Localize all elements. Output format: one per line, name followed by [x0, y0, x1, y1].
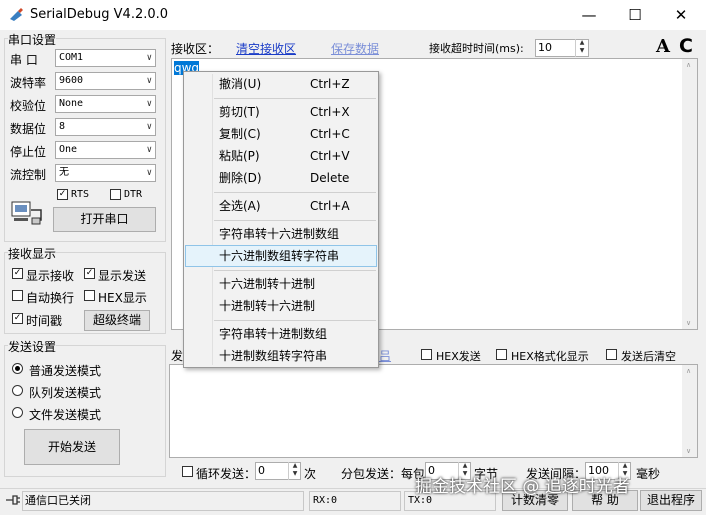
menu-item-hex-to-str[interactable]: 十六进制数组转字符串 [185, 245, 377, 267]
window-title: SerialDebug V4.2.0.0 [30, 7, 169, 22]
menu-item-select-all[interactable]: 全选(A) Ctrl+A [185, 195, 377, 217]
auto-wrap-label: 自动换行 [26, 291, 75, 305]
send-scrollbar[interactable]: ∧ ∨ [682, 365, 697, 457]
hex-send-label: HEX发送 [436, 350, 481, 363]
port-label: 串 口 [10, 53, 38, 67]
context-menu: 撤消(U) Ctrl+Z 剪切(T) Ctrl+X 复制(C) Ctrl+C 粘贴(P… [183, 71, 379, 368]
hex-display-label: HEX显示 [98, 291, 147, 305]
port-status-text: 通信口已关闭 [22, 491, 304, 511]
queue-mode-label: 队列发送模式 [29, 386, 102, 400]
menu-item-dec-to-str[interactable]: 十进制数组转字符串 [185, 345, 377, 367]
rts-label: RTS [71, 189, 90, 200]
menu-item-dec-to-hex[interactable]: 十进制转十六进制 [185, 295, 377, 317]
port-settings-title: 串口设置 [8, 31, 57, 48]
timeout-spinner[interactable]: ▲ ▼ [575, 39, 588, 57]
open-port-button[interactable]: 打开串口 [53, 207, 156, 232]
menu-item-copy[interactable]: 复制(C) Ctrl+C [185, 123, 377, 145]
receive-area-label: 接收区： [171, 42, 220, 56]
maximize-button[interactable]: ☐ [612, 0, 658, 30]
exit-button[interactable]: 退出程序 [640, 490, 702, 511]
normal-mode-radio[interactable] [12, 363, 23, 374]
clear-after-send-checkbox[interactable] [606, 349, 617, 360]
packet-send-label: 分包发送：每包 [341, 467, 426, 481]
loop-send-label: 循环发送： [196, 467, 257, 481]
baud-label: 波特率 [10, 76, 47, 90]
show-receive-checkbox[interactable]: ✓ [12, 268, 23, 279]
loop-send-checkbox[interactable] [182, 466, 193, 477]
scroll-down-icon: ∨ [686, 319, 692, 327]
parity-label: 校验位 [10, 99, 47, 113]
serial-port-icon [11, 201, 42, 225]
flow-label: 流控制 [10, 168, 47, 182]
stopbits-select[interactable]: One ∨ [55, 141, 156, 159]
send-scroll-down-icon: ∨ [686, 447, 692, 455]
dtr-checkbox[interactable] [110, 189, 121, 200]
hex-send-checkbox[interactable] [421, 349, 432, 360]
send-textarea[interactable]: ∧ ∨ [169, 364, 698, 458]
parity-select[interactable]: None ∨ [55, 95, 156, 113]
databits-label: 数据位 [10, 122, 47, 136]
hex-display-checkbox[interactable] [84, 290, 95, 301]
rts-checkbox[interactable]: ✓ [57, 189, 68, 200]
flow-select[interactable]: 无 ∨ [55, 164, 156, 182]
menu-item-undo[interactable]: 撤消(U) Ctrl+Z [185, 73, 377, 95]
receive-display-title: 接收显示 [8, 245, 57, 262]
show-send-checkbox[interactable]: ✓ [84, 268, 95, 279]
timestamp-label: 时间戳 [26, 314, 63, 328]
save-data-link[interactable]: 保存数据 [331, 40, 379, 57]
send-area-label: 发 [171, 349, 184, 363]
send-scroll-up-icon: ∧ [686, 367, 692, 375]
receive-scrollbar[interactable]: ∧ ∨ [682, 59, 697, 329]
dtr-label: DTR [124, 189, 143, 200]
menu-item-cut[interactable]: 剪切(T) Ctrl+X [185, 101, 377, 123]
refresh-icon[interactable]: C [679, 35, 693, 57]
plug-icon [6, 495, 20, 505]
stopbits-label: 停止位 [10, 145, 47, 159]
file-mode-label: 文件发送模式 [29, 408, 102, 422]
interval-unit: 毫秒 [636, 467, 661, 481]
timeout-label: 接收超时时间(ms): [429, 42, 524, 55]
clear-receive-link[interactable]: 清空接收区 [236, 40, 296, 57]
port-select[interactable]: COM1 ∨ [55, 49, 156, 67]
title-bar: SerialDebug V4.2.0.0 — ☐ ✕ [0, 0, 706, 30]
menu-item-hex-to-dec[interactable]: 十六进制转十进制 [185, 273, 377, 295]
font-icon[interactable]: A [656, 36, 670, 57]
menu-item-str-to-dec[interactable]: 字符串转十进制数组 [185, 323, 377, 345]
close-button[interactable]: ✕ [658, 0, 704, 30]
minimize-button[interactable]: — [566, 0, 612, 30]
hex-format-checkbox[interactable] [496, 349, 507, 360]
baud-select[interactable]: 9600 ∨ [55, 72, 156, 90]
watermark-text: 掘金技术社区 @ 追逐时光者 [415, 477, 630, 497]
hex-format-label: HEX格式化显示 [511, 350, 589, 363]
menu-item-str-to-hex[interactable]: 字符串转十六进制数组 [185, 223, 377, 245]
file-mode-radio[interactable] [12, 407, 23, 418]
rx-counter: RX:0 [309, 491, 401, 511]
loop-count-spinner[interactable]: ▲ ▼ [288, 462, 301, 480]
queue-mode-radio[interactable] [12, 385, 23, 396]
timestamp-checkbox[interactable]: ✓ [12, 313, 23, 324]
send-settings-title: 发送设置 [8, 338, 57, 355]
show-send-label: 显示发送 [98, 269, 147, 283]
app-icon [10, 8, 23, 21]
super-terminal-button[interactable]: 超级终端 [84, 310, 150, 331]
auto-wrap-checkbox[interactable] [12, 290, 23, 301]
loop-unit: 次 [304, 467, 317, 481]
start-send-button[interactable]: 开始发送 [24, 429, 120, 465]
normal-mode-label: 普通发送模式 [29, 364, 102, 378]
scroll-up-icon: ∧ [686, 61, 692, 69]
menu-item-paste[interactable]: 粘贴(P) Ctrl+V [185, 145, 377, 167]
menu-item-delete[interactable]: 删除(D) Delete [185, 167, 377, 189]
show-receive-label: 显示接收 [26, 269, 75, 283]
send-area-link-partial[interactable]: 吕 [379, 347, 391, 364]
clear-after-send-label: 发送后清空 [621, 350, 676, 363]
databits-select[interactable]: 8 ∨ [55, 118, 156, 136]
